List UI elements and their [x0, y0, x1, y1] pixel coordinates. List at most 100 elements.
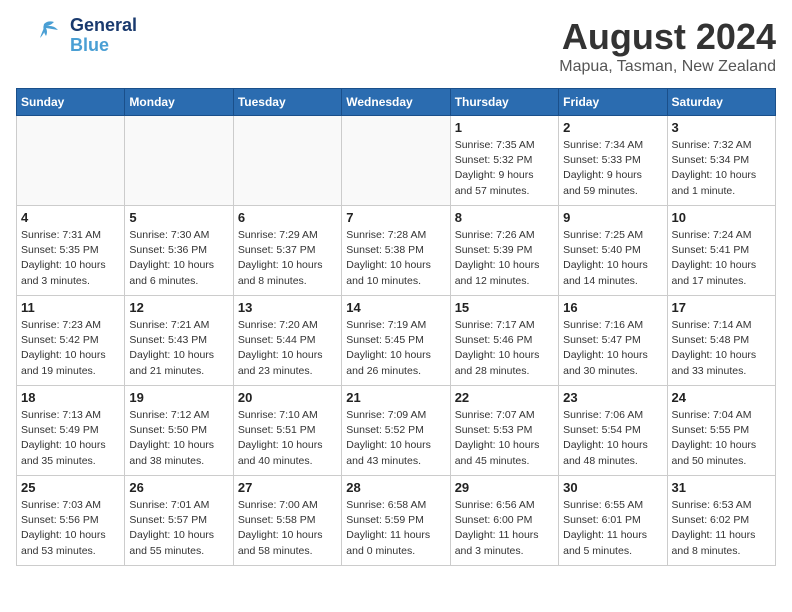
table-row: 25 Sunrise: 7:03 AM Sunset: 5:56 PM Dayli…: [17, 476, 125, 566]
table-row: 20 Sunrise: 7:10 AM Sunset: 5:51 PM Dayli…: [233, 386, 341, 476]
day-info: Sunrise: 7:31 AM Sunset: 5:35 PM Dayligh…: [21, 228, 120, 289]
day-number: 3: [672, 120, 771, 135]
table-row: 23Sunrise: 7:06 AM Sunset: 5:54 PM Dayli…: [559, 386, 667, 476]
logo: General Blue: [16, 16, 137, 56]
col-sunday: Sunday: [17, 89, 125, 116]
table-row: [342, 116, 450, 206]
day-number: 25: [21, 480, 120, 495]
calendar-week-row: 1 Sunrise: 7:35 AM Sunset: 5:32 PM Daylig…: [17, 116, 776, 206]
day-info: Sunrise: 7:21 AM Sunset: 5:43 PM Dayligh…: [129, 318, 228, 379]
table-row: 15 Sunrise: 7:17 AM Sunset: 5:46 PM Dayli…: [450, 296, 558, 386]
table-row: 5 Sunrise: 7:30 AM Sunset: 5:36 PM Daylig…: [125, 206, 233, 296]
table-row: 7 Sunrise: 7:28 AM Sunset: 5:38 PM Daylig…: [342, 206, 450, 296]
day-number: 27: [238, 480, 337, 495]
day-info: Sunrise: 7:20 AM Sunset: 5:44 PM Dayligh…: [238, 318, 337, 379]
table-row: 13Sunrise: 7:20 AM Sunset: 5:44 PM Dayli…: [233, 296, 341, 386]
day-info: Sunrise: 7:34 AM Sunset: 5:33 PM Dayligh…: [563, 138, 662, 199]
day-number: 9: [563, 210, 662, 225]
day-info: Sunrise: 7:17 AM Sunset: 5:46 PM Dayligh…: [455, 318, 554, 379]
table-row: 17 Sunrise: 7:14 AM Sunset: 5:48 PM Dayli…: [667, 296, 775, 386]
day-info: Sunrise: 7:25 AM Sunset: 5:40 PM Dayligh…: [563, 228, 662, 289]
logo-blue: Blue: [70, 36, 137, 56]
day-info: Sunrise: 7:04 AM Sunset: 5:55 PM Dayligh…: [672, 408, 771, 469]
day-number: 26: [129, 480, 228, 495]
day-info: Sunrise: 7:03 AM Sunset: 5:56 PM Dayligh…: [21, 498, 120, 559]
table-row: 16 Sunrise: 7:16 AM Sunset: 5:47 PM Dayli…: [559, 296, 667, 386]
logo-icon: [16, 16, 66, 56]
table-row: 30 Sunrise: 6:55 AM Sunset: 6:01 PM Dayli…: [559, 476, 667, 566]
day-number: 7: [346, 210, 445, 225]
day-number: 20: [238, 390, 337, 405]
table-row: 11Sunrise: 7:23 AM Sunset: 5:42 PM Dayli…: [17, 296, 125, 386]
col-saturday: Saturday: [667, 89, 775, 116]
day-number: 17: [672, 300, 771, 315]
title-block: August 2024 Mapua, Tasman, New Zealand: [559, 16, 776, 76]
day-info: Sunrise: 7:13 AM Sunset: 5:49 PM Dayligh…: [21, 408, 120, 469]
col-wednesday: Wednesday: [342, 89, 450, 116]
table-row: [233, 116, 341, 206]
table-row: 21Sunrise: 7:09 AM Sunset: 5:52 PM Dayli…: [342, 386, 450, 476]
day-info: Sunrise: 7:00 AM Sunset: 5:58 PM Dayligh…: [238, 498, 337, 559]
day-info: Sunrise: 6:58 AM Sunset: 5:59 PM Dayligh…: [346, 498, 445, 559]
col-thursday: Thursday: [450, 89, 558, 116]
table-row: 22 Sunrise: 7:07 AM Sunset: 5:53 PM Dayli…: [450, 386, 558, 476]
table-row: 4 Sunrise: 7:31 AM Sunset: 5:35 PM Daylig…: [17, 206, 125, 296]
day-info: Sunrise: 7:28 AM Sunset: 5:38 PM Dayligh…: [346, 228, 445, 289]
day-number: 24: [672, 390, 771, 405]
location-title: Mapua, Tasman, New Zealand: [559, 58, 776, 76]
day-info: Sunrise: 6:55 AM Sunset: 6:01 PM Dayligh…: [563, 498, 662, 559]
col-tuesday: Tuesday: [233, 89, 341, 116]
day-number: 5: [129, 210, 228, 225]
day-number: 2: [563, 120, 662, 135]
day-number: 16: [563, 300, 662, 315]
day-number: 30: [563, 480, 662, 495]
table-row: 3Sunrise: 7:32 AM Sunset: 5:34 PM Daylig…: [667, 116, 775, 206]
day-number: 14: [346, 300, 445, 315]
table-row: 6Sunrise: 7:29 AM Sunset: 5:37 PM Daylig…: [233, 206, 341, 296]
logo-general: General: [70, 16, 137, 36]
day-number: 23: [563, 390, 662, 405]
table-row: 12 Sunrise: 7:21 AM Sunset: 5:43 PM Dayli…: [125, 296, 233, 386]
day-info: Sunrise: 7:30 AM Sunset: 5:36 PM Dayligh…: [129, 228, 228, 289]
table-row: 26Sunrise: 7:01 AM Sunset: 5:57 PM Dayli…: [125, 476, 233, 566]
day-number: 22: [455, 390, 554, 405]
col-monday: Monday: [125, 89, 233, 116]
day-number: 12: [129, 300, 228, 315]
table-row: 31 Sunrise: 6:53 AM Sunset: 6:02 PM Dayli…: [667, 476, 775, 566]
day-number: 31: [672, 480, 771, 495]
table-row: 18Sunrise: 7:13 AM Sunset: 5:49 PM Dayli…: [17, 386, 125, 476]
day-number: 8: [455, 210, 554, 225]
calendar-week-row: 11Sunrise: 7:23 AM Sunset: 5:42 PM Dayli…: [17, 296, 776, 386]
day-number: 28: [346, 480, 445, 495]
day-info: Sunrise: 7:07 AM Sunset: 5:53 PM Dayligh…: [455, 408, 554, 469]
day-info: Sunrise: 6:53 AM Sunset: 6:02 PM Dayligh…: [672, 498, 771, 559]
day-info: Sunrise: 6:56 AM Sunset: 6:00 PM Dayligh…: [455, 498, 554, 559]
month-title: August 2024: [559, 16, 776, 58]
day-number: 15: [455, 300, 554, 315]
calendar-header-row: Sunday Monday Tuesday Wednesday Thursday…: [17, 89, 776, 116]
day-info: Sunrise: 7:10 AM Sunset: 5:51 PM Dayligh…: [238, 408, 337, 469]
day-number: 10: [672, 210, 771, 225]
table-row: 2 Sunrise: 7:34 AM Sunset: 5:33 PM Daylig…: [559, 116, 667, 206]
day-info: Sunrise: 7:23 AM Sunset: 5:42 PM Dayligh…: [21, 318, 120, 379]
day-number: 29: [455, 480, 554, 495]
calendar-week-row: 4 Sunrise: 7:31 AM Sunset: 5:35 PM Daylig…: [17, 206, 776, 296]
table-row: 9 Sunrise: 7:25 AM Sunset: 5:40 PM Daylig…: [559, 206, 667, 296]
day-info: Sunrise: 7:16 AM Sunset: 5:47 PM Dayligh…: [563, 318, 662, 379]
table-row: 10 Sunrise: 7:24 AM Sunset: 5:41 PM Dayli…: [667, 206, 775, 296]
day-info: Sunrise: 7:26 AM Sunset: 5:39 PM Dayligh…: [455, 228, 554, 289]
day-number: 1: [455, 120, 554, 135]
col-friday: Friday: [559, 89, 667, 116]
table-row: [17, 116, 125, 206]
day-info: Sunrise: 7:19 AM Sunset: 5:45 PM Dayligh…: [346, 318, 445, 379]
day-info: Sunrise: 7:24 AM Sunset: 5:41 PM Dayligh…: [672, 228, 771, 289]
day-info: Sunrise: 7:14 AM Sunset: 5:48 PM Dayligh…: [672, 318, 771, 379]
page-header: General Blue August 2024 Mapua, Tasman, …: [16, 16, 776, 76]
calendar-week-row: 25 Sunrise: 7:03 AM Sunset: 5:56 PM Dayli…: [17, 476, 776, 566]
day-number: 4: [21, 210, 120, 225]
day-info: Sunrise: 7:35 AM Sunset: 5:32 PM Dayligh…: [455, 138, 554, 199]
calendar-week-row: 18Sunrise: 7:13 AM Sunset: 5:49 PM Dayli…: [17, 386, 776, 476]
table-row: 14 Sunrise: 7:19 AM Sunset: 5:45 PM Dayli…: [342, 296, 450, 386]
calendar-table: Sunday Monday Tuesday Wednesday Thursday…: [16, 88, 776, 566]
table-row: [125, 116, 233, 206]
